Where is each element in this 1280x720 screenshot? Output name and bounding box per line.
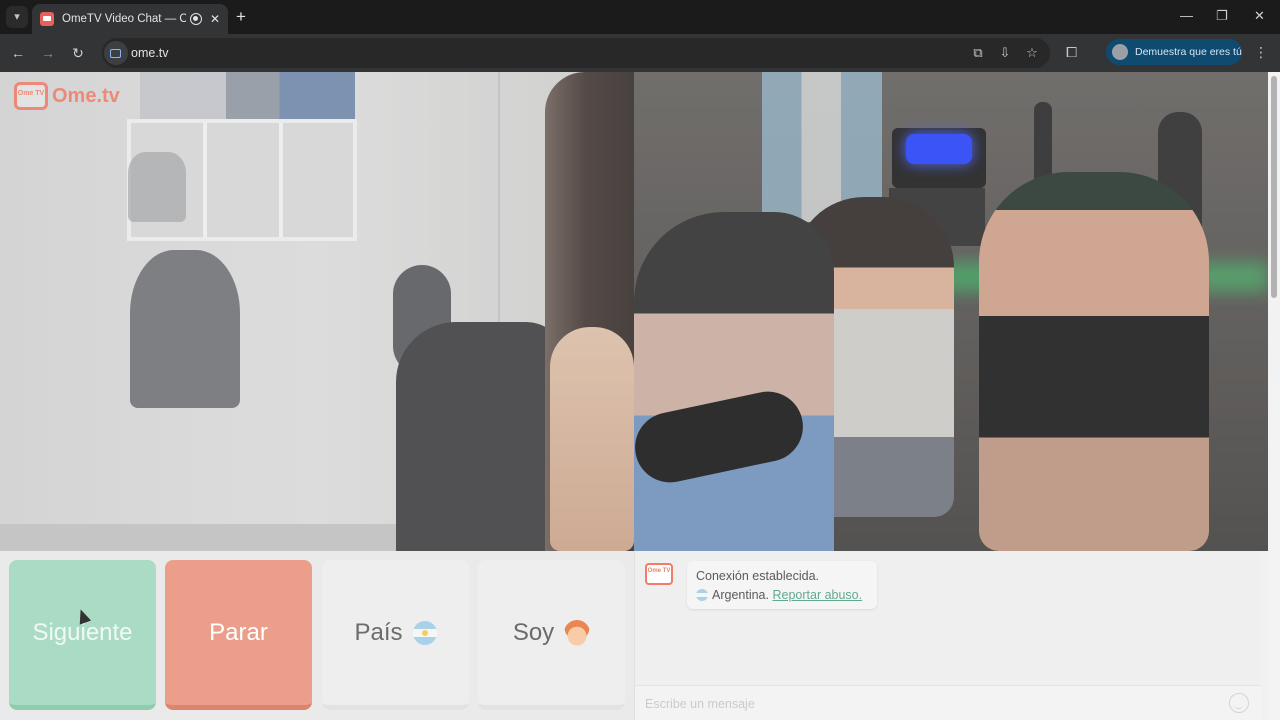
tv-logo-icon: Ome TV [14,82,48,110]
window-close-icon[interactable]: ✕ [1254,8,1265,24]
country-button-label: País [354,618,403,646]
ometv-chat-logo-icon: Ome TV [645,563,673,585]
star-icon[interactable]: ☆ [1024,45,1040,61]
puzzle-icon[interactable]: ⧠ [1066,44,1077,61]
chat-panel: Ome TV Conexión establecida. Argentina. … [634,551,1261,720]
system-message: Conexión establecida. Argentina. Reporta… [687,561,877,609]
close-icon[interactable]: ✕ [210,12,220,26]
argentina-flag-icon [412,620,437,645]
gender-button-label: Soy [512,618,555,646]
url-text[interactable]: ome.tv [131,46,169,60]
partner-country-line: Argentina. Reportar abuso. [696,586,868,605]
plus-icon[interactable]: + [236,7,246,27]
ometv-favicon-icon [40,12,54,26]
avatar [1112,44,1128,60]
next-button[interactable]: Siguiente [9,560,156,710]
local-video: Ome TV Ome.tv [0,72,634,551]
arrow-left-icon[interactable]: ← [8,43,28,63]
video-scene [550,327,634,551]
boy-emoji-icon [564,619,591,646]
video-scene [634,212,834,551]
message-input[interactable] [645,694,1205,714]
video-scene [130,250,240,408]
report-abuse-link[interactable]: Reportar abuso. [772,588,862,602]
smiley-icon[interactable] [1229,693,1249,713]
logo-text: Ome.tv [52,84,120,107]
video-scene [979,172,1209,551]
ometv-page: Ome TV Ome.tv Siguiente Parar País Soy O… [0,72,1280,720]
scrollbar-thumb[interactable] [1271,76,1277,298]
chevron-down-icon[interactable]: ▾ [6,6,28,28]
browser-tab[interactable]: OmeTV Video Chat — Ome ✕ [32,4,228,34]
connection-status: Conexión establecida. [696,569,819,583]
tab-strip: ▾ OmeTV Video Chat — Ome ✕ + — ❐ ✕ [0,0,1280,34]
address-bar[interactable]: ome.tv ⧉ ⇩ ☆ [102,38,1050,68]
remote-video [634,72,1268,551]
camera-icon[interactable] [104,41,128,65]
recording-icon [189,13,202,25]
profile-button[interactable]: Demuestra que eres tú [1106,39,1242,65]
browser-toolbar: ← → ↻ ome.tv ⧉ ⇩ ☆ [0,34,1280,72]
video-scene [892,128,986,188]
reload-icon[interactable]: ↻ [68,43,88,63]
video-scene [396,322,566,551]
logo-tv-text: Ome TV [17,90,45,97]
page-scrollbar[interactable] [1268,72,1280,720]
minimize-icon[interactable]: — [1180,8,1193,23]
install-icon[interactable]: ⇩ [997,45,1013,61]
video-scene [140,72,355,120]
control-panel: Siguiente Parar País Soy [0,551,634,720]
argentina-flag-icon [696,589,708,601]
gender-button[interactable]: Soy [478,560,625,710]
restore-icon[interactable]: ❐ [1216,8,1228,24]
chat-logo-text: Ome TV [647,568,671,574]
ometv-logo: Ome TV Ome.tv [14,82,120,110]
stop-button-label: Parar [209,618,268,646]
video-scene [128,152,186,222]
arrow-right-icon[interactable]: → [38,43,58,63]
kebab-icon[interactable]: ⋮ [1254,44,1268,61]
partner-country: Argentina. [712,588,769,602]
tab-title: OmeTV Video Chat — Ome [62,13,186,25]
stop-button[interactable]: Parar [165,560,312,710]
country-button[interactable]: País [322,560,469,710]
translate-icon[interactable]: ⧉ [970,45,986,61]
message-bar [635,685,1261,720]
profile-label: Demuestra que eres tú [1135,46,1242,58]
